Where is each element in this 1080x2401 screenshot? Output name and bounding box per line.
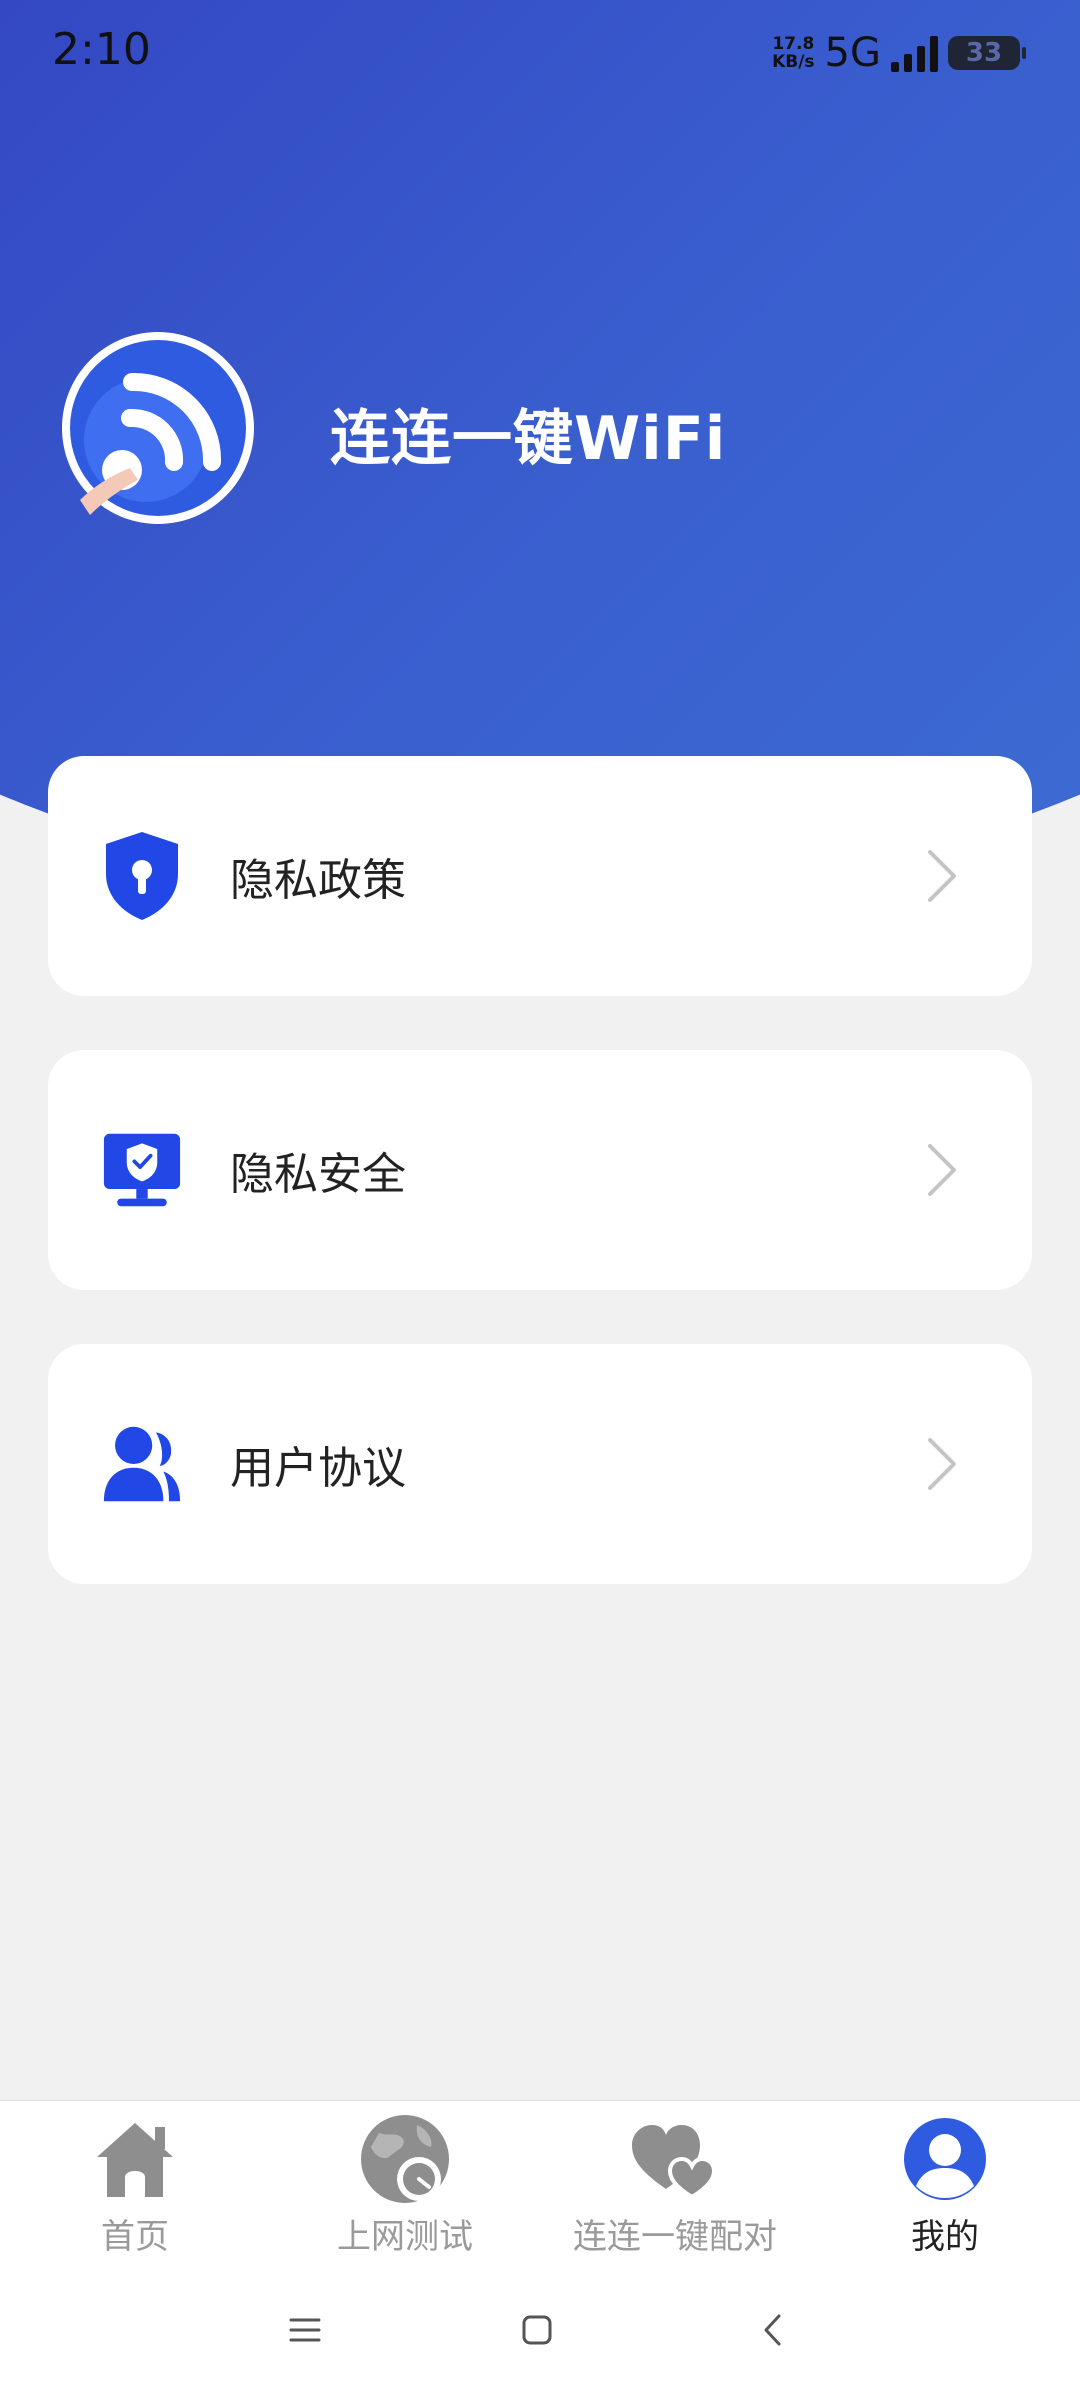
menu-item-privacy-policy[interactable]: 隐私政策: [48, 756, 1032, 996]
menu-item-label: 用户协议: [230, 1443, 406, 1494]
globe-speed-icon: [357, 2111, 453, 2207]
shield-lock-icon: [102, 831, 182, 921]
chevron-right-icon: [922, 1140, 962, 1200]
wifi-logo-icon: [60, 330, 256, 526]
signal-strength-icon: [891, 34, 938, 72]
chevron-right-icon: [922, 846, 962, 906]
menu-item-privacy-security[interactable]: 隐私安全: [48, 1050, 1032, 1290]
chevron-right-icon: [922, 1434, 962, 1494]
menu-nav-button[interactable]: [280, 2305, 330, 2355]
network-speed-unit: KB/s: [772, 52, 815, 72]
menu-item-label: 隐私安全: [230, 1149, 406, 1200]
status-time: 2:10: [52, 24, 151, 75]
home-nav-button[interactable]: [512, 2305, 562, 2355]
hearts-icon: [627, 2111, 723, 2207]
tab-home[interactable]: 首页: [0, 2111, 270, 2258]
back-nav-button[interactable]: [748, 2305, 798, 2355]
menu-item-user-agreement[interactable]: 用户协议: [48, 1344, 1032, 1584]
network-speed-value: 17.8: [772, 34, 815, 54]
tab-network-test[interactable]: 上网测试: [270, 2111, 540, 2258]
network-speed: 17.8 KB/s: [772, 35, 814, 71]
battery-level: 33: [965, 38, 1003, 68]
tab-mine[interactable]: 我的: [810, 2111, 1080, 2258]
system-navigation-bar: [0, 2285, 1080, 2375]
user-avatar-icon: [897, 2111, 993, 2207]
app-title: 连连一键WiFi: [330, 404, 727, 474]
tab-label: 我的: [911, 2217, 979, 2257]
status-indicators: 17.8 KB/s 5G 33: [772, 28, 1026, 78]
tab-label: 上网测试: [337, 2217, 473, 2257]
battery-icon: 33: [948, 36, 1026, 70]
users-icon: [102, 1419, 182, 1509]
monitor-shield-icon: [102, 1125, 182, 1215]
status-bar: 2:10 17.8 KB/s 5G 33: [0, 0, 1080, 100]
tab-label: 连连一键配对: [573, 2217, 777, 2257]
tab-one-click-pair[interactable]: 连连一键配对: [540, 2111, 810, 2258]
network-type: 5G: [824, 30, 881, 76]
menu-item-label: 隐私政策: [230, 855, 406, 906]
tab-label: 首页: [101, 2217, 169, 2257]
home-icon: [87, 2111, 183, 2207]
